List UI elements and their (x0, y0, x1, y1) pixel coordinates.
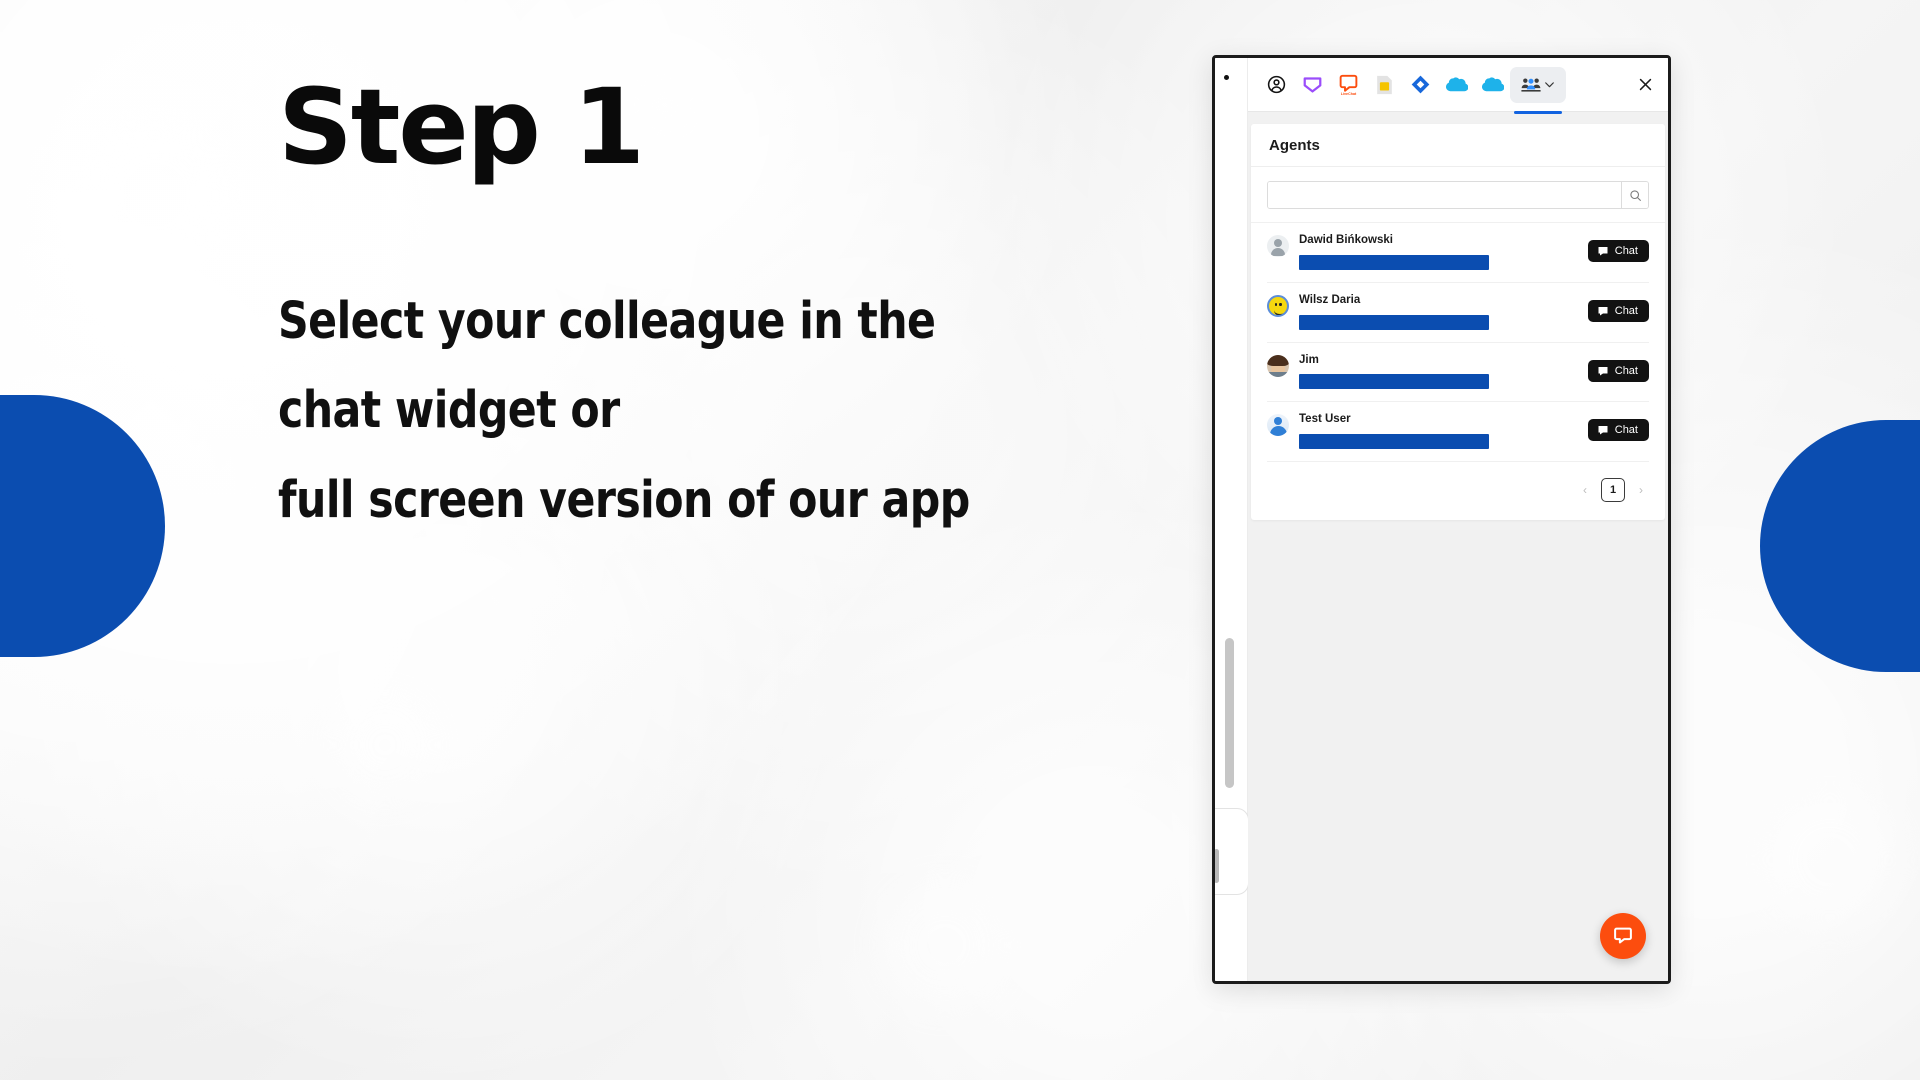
search-input[interactable] (1268, 182, 1621, 208)
account-icon[interactable] (1258, 67, 1294, 103)
jira-icon[interactable] (1402, 67, 1438, 103)
search-button[interactable] (1621, 182, 1648, 208)
chat-bubble-icon (1614, 927, 1632, 944)
agents-panel: Agents Dawid Bińkowski Chat Wilsz Daria … (1248, 112, 1668, 553)
app-toolbar: LiveChat (1248, 58, 1668, 114)
agent-name: Dawid Bińkowski (1299, 234, 1393, 246)
search-icon (1629, 189, 1641, 201)
sim-card-icon[interactable] (1366, 67, 1402, 103)
agents-list: Dawid Bińkowski Chat Wilsz Daria Chat Ji… (1251, 223, 1665, 463)
rail-floating-panel[interactable] (1215, 808, 1249, 895)
table-row[interactable]: Test User Chat (1267, 402, 1649, 463)
default-person-avatar (1267, 235, 1289, 257)
table-row[interactable]: Jim Chat (1267, 343, 1649, 403)
pagination-prev[interactable]: ‹ (1579, 483, 1591, 497)
rail-panel-handle[interactable] (1215, 849, 1219, 883)
blue-person-avatar (1267, 414, 1289, 437)
pagination-page-1[interactable]: 1 (1601, 478, 1625, 503)
chevron-down-icon (1544, 82, 1554, 88)
agent-name: Test User (1299, 413, 1351, 426)
agent-detail-redacted (1299, 434, 1489, 450)
agent-name: Wilsz Daria (1299, 293, 1361, 306)
chat-button[interactable]: Chat (1587, 419, 1649, 442)
inbox-icon[interactable] (1294, 67, 1330, 103)
close-icon[interactable] (1628, 68, 1662, 102)
agents-heading: Agents (1251, 124, 1665, 167)
agents-tab[interactable] (1510, 66, 1566, 114)
smiley-avatar (1267, 294, 1289, 317)
chat-button-label: Chat (1614, 245, 1638, 257)
chat-bubble-icon (1598, 247, 1608, 256)
livechat-icon[interactable]: LiveChat (1330, 67, 1366, 103)
salesforce-icon[interactable] (1438, 67, 1474, 103)
pagination: ‹ 1 › (1251, 462, 1665, 520)
agent-name: Jim (1299, 353, 1319, 366)
chat-button[interactable]: Chat (1587, 299, 1649, 322)
chat-bubble-icon (1598, 426, 1608, 435)
agent-detail-redacted (1299, 254, 1489, 270)
chat-bubble-icon (1598, 306, 1608, 316)
chat-button-label: Chat (1614, 304, 1638, 317)
chat-bubble-icon (1598, 366, 1608, 376)
chat-button[interactable]: Chat (1587, 240, 1649, 262)
description-line-3: full screen version of our app (278, 470, 970, 530)
description-line-1: Select your colleague in the (278, 292, 936, 352)
slide-description: Select your colleague in the chat widget… (278, 288, 1178, 534)
livechat-bubble-button[interactable] (1600, 913, 1646, 959)
slide-copy: Step 1 Select your colleague in the chat… (278, 74, 1178, 556)
page-scrollbar-thumb[interactable] (1225, 638, 1234, 788)
app-window: LiveChat Agents Dawid Bińkowski Chat Wil… (1212, 55, 1671, 984)
panel-empty-area (1248, 552, 1668, 981)
agent-detail-redacted (1299, 314, 1489, 330)
page-title: Step 1 (278, 66, 645, 188)
chat-button-label: Chat (1614, 424, 1638, 437)
agents-search-row (1251, 167, 1665, 223)
table-row[interactable]: Dawid Bińkowski Chat (1267, 223, 1649, 283)
people-group-icon (1520, 78, 1541, 92)
chat-button[interactable]: Chat (1587, 359, 1649, 382)
rail-menu-dot-icon[interactable] (1224, 75, 1229, 80)
table-row[interactable]: Wilsz Daria Chat (1267, 283, 1649, 343)
photo-avatar (1267, 354, 1289, 377)
agent-detail-redacted (1299, 374, 1489, 390)
svg-text:LiveChat: LiveChat (1340, 92, 1356, 96)
chat-button-label: Chat (1614, 364, 1638, 377)
pagination-next[interactable]: › (1635, 483, 1647, 497)
window-left-rail (1215, 58, 1249, 981)
salesforce-alt-icon[interactable] (1474, 67, 1510, 103)
description-line-2: chat widget or (278, 381, 620, 441)
